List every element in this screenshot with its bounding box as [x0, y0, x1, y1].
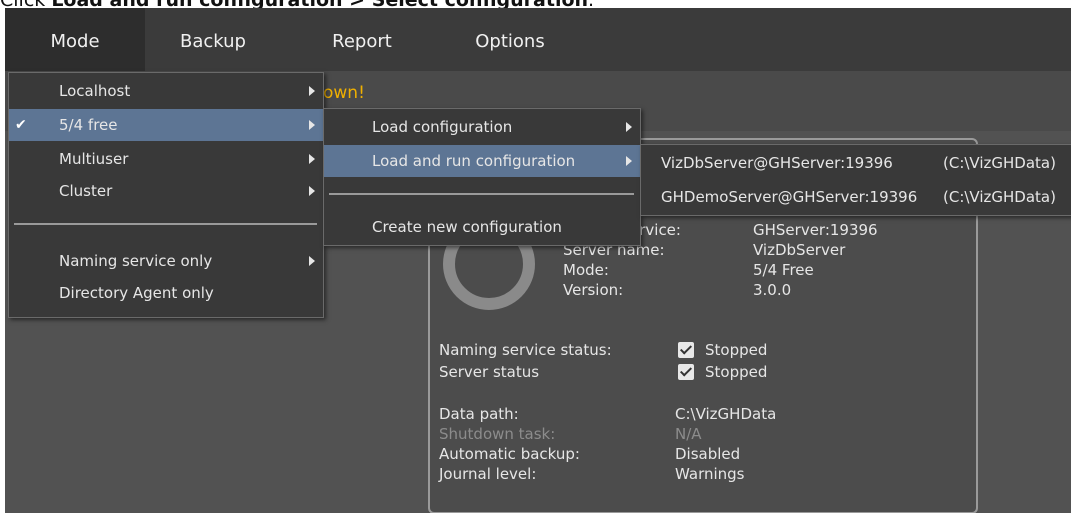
backup-label: Automatic backup:: [439, 445, 580, 463]
server-item-name: GHDemoServer@GHServer:19396: [661, 188, 918, 206]
version-label: Version:: [563, 281, 624, 299]
menu-report[interactable]: Report: [307, 8, 417, 71]
mode-item-localhost[interactable]: Localhost: [9, 75, 323, 107]
submenu-arrow-icon: [309, 120, 315, 130]
server-status-value: Stopped: [705, 363, 768, 381]
config-item-label: Load and run configuration: [372, 152, 576, 170]
naming-service-value: GHServer:19396: [753, 221, 878, 239]
menu-backup[interactable]: Backup: [148, 8, 278, 71]
server-status-checkbox[interactable]: [678, 364, 694, 380]
server-name-value: VizDbServer: [753, 241, 846, 259]
ns-status-value: Stopped: [705, 341, 768, 359]
mode-value: 5/4 Free: [753, 261, 814, 279]
backup-value: Disabled: [675, 445, 741, 463]
journal-value: Warnings: [675, 465, 745, 483]
ns-status-checkbox[interactable]: [678, 342, 694, 358]
warning-text: own!: [323, 83, 365, 103]
mode-item-label: Directory Agent only: [59, 284, 214, 302]
submenu-arrow-icon: [626, 122, 632, 132]
configuration-submenu: Load configuration Load and run configur…: [323, 108, 641, 246]
mode-item-label: Cluster: [59, 182, 113, 200]
data-path-label: Data path:: [439, 405, 519, 423]
ns-status-label: Naming service status:: [439, 341, 612, 359]
submenu-arrow-icon: [626, 156, 632, 166]
checkmark-icon: ✔: [15, 117, 27, 133]
shutdown-label: Shutdown task:: [439, 425, 556, 443]
mode-item-label: Localhost: [59, 82, 131, 100]
config-item-label: Load configuration: [372, 118, 513, 136]
mode-item-label: 5/4 free: [59, 116, 118, 134]
mode-item-multiuser[interactable]: Multiuser: [9, 143, 323, 175]
mode-item-directory-agent[interactable]: Directory Agent only: [9, 277, 323, 309]
version-value: 3.0.0: [753, 281, 792, 299]
submenu-arrow-icon: [309, 86, 315, 96]
mode-item-cluster[interactable]: Cluster: [9, 175, 323, 207]
mode-item-naming-service[interactable]: Naming service only: [9, 245, 323, 277]
menu-options[interactable]: Options: [450, 8, 570, 71]
create-new-configuration-item[interactable]: Create new configuration: [324, 211, 640, 243]
menu-bar: Mode Backup Report Options: [5, 8, 1071, 71]
menu-separator: [14, 223, 317, 225]
mode-label: Mode:: [563, 261, 609, 279]
submenu-arrow-icon: [309, 186, 315, 196]
journal-label: Journal level:: [439, 465, 537, 483]
submenu-arrow-icon: [309, 256, 315, 266]
submenu-arrow-icon: [309, 154, 315, 164]
app-window: Mode Backup Report Options own! ervice: …: [5, 8, 1071, 513]
menu-mode[interactable]: Mode: [5, 8, 145, 71]
server-submenu: VizDbServer@GHServer:19396 (C:\VizGHData…: [640, 144, 1071, 216]
load-configuration-item[interactable]: Load configuration: [324, 111, 640, 143]
server-item-path: (C:\VizGHData): [943, 154, 1056, 172]
data-path-value: C:\VizGHData: [675, 405, 777, 423]
menu-separator: [329, 193, 634, 195]
mode-menu: Localhost ✔ 5/4 free Multiuser Cluster N…: [8, 72, 324, 318]
load-and-run-configuration-item[interactable]: Load and run configuration: [324, 145, 640, 177]
server-status-label: Server status: [439, 363, 540, 381]
mode-item-label: Multiuser: [59, 150, 129, 168]
mode-item-54-free[interactable]: ✔ 5/4 free: [9, 109, 323, 141]
server-item-vizdbserver[interactable]: VizDbServer@GHServer:19396 (C:\VizGHData…: [641, 147, 1071, 179]
mode-item-label: Naming service only: [59, 252, 213, 270]
server-item-name: VizDbServer@GHServer:19396: [661, 154, 893, 172]
server-item-path: (C:\VizGHData): [943, 188, 1056, 206]
shutdown-value: N/A: [675, 425, 702, 443]
config-item-label: Create new configuration: [372, 218, 562, 236]
server-item-ghdemoserver[interactable]: GHDemoServer@GHServer:19396 (C:\VizGHDat…: [641, 181, 1071, 213]
